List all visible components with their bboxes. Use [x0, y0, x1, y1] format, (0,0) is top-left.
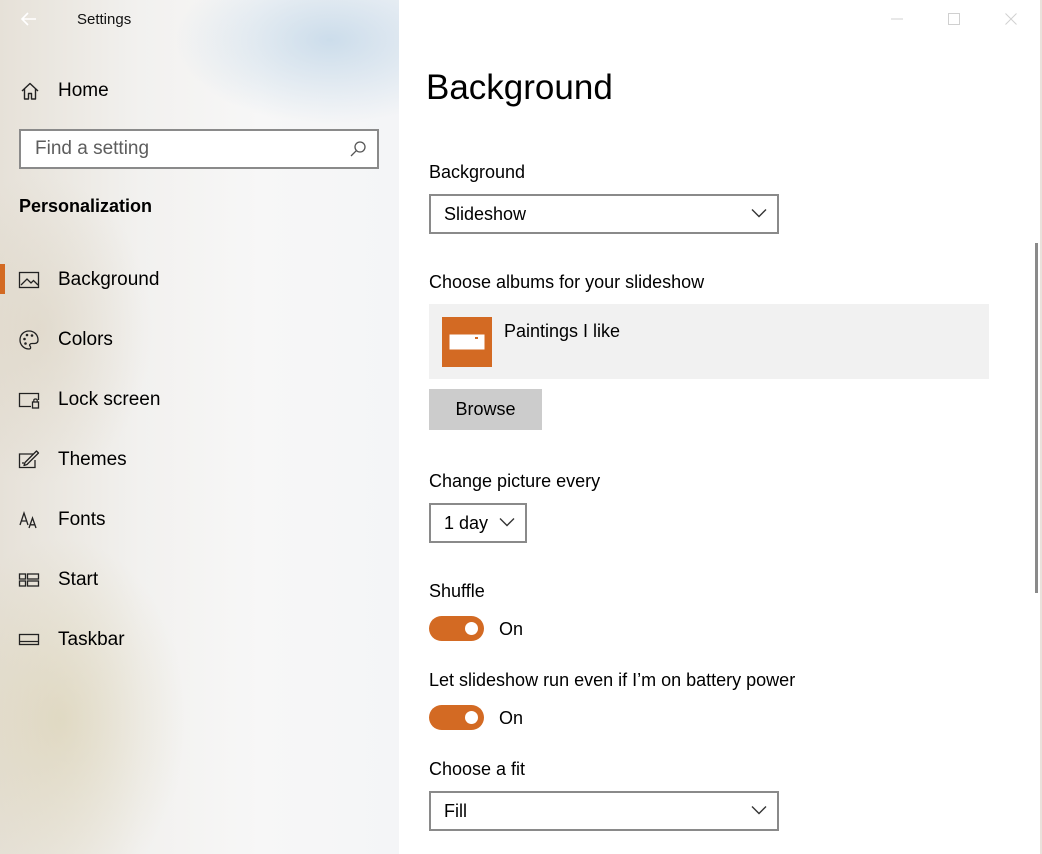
- albums-label: Choose albums for your slideshow: [429, 272, 705, 292]
- shuffle-toggle[interactable]: [429, 616, 484, 641]
- battery-toggle[interactable]: [429, 705, 484, 730]
- search-input[interactable]: [21, 131, 341, 167]
- sidebar-item-home[interactable]: Home: [0, 70, 399, 112]
- battery-state: On: [499, 708, 524, 728]
- sidebar-item-taskbar[interactable]: Taskbar: [0, 610, 399, 670]
- album-icon: [449, 334, 485, 350]
- app-title: Settings: [77, 11, 132, 28]
- sidebar-item-label: Home: [58, 80, 109, 101]
- album-item[interactable]: Paintings I like: [429, 304, 989, 379]
- background-dropdown[interactable]: Slideshow: [429, 194, 779, 234]
- main-content: Background Background Slideshow Choose a…: [399, 0, 1042, 854]
- dropdown-value: 1 day: [444, 513, 489, 533]
- close-icon[interactable]: [999, 8, 1023, 30]
- scrollbar-thumb[interactable]: [1035, 243, 1038, 593]
- themes-icon: [18, 450, 40, 469]
- sidebar: Settings Home Personalization Back: [0, 0, 399, 854]
- browse-button[interactable]: Browse: [429, 389, 542, 430]
- dropdown-value: Fill: [444, 801, 467, 821]
- sidebar-item-start[interactable]: Start: [0, 550, 399, 610]
- sidebar-item-label: Lock screen: [58, 389, 161, 410]
- sidebar-item-label: Colors: [58, 329, 113, 350]
- chevron-down-icon: [751, 209, 767, 218]
- sidebar-item-label: Themes: [58, 449, 127, 470]
- sidebar-item-themes[interactable]: Themes: [0, 430, 399, 490]
- background-label: Background: [429, 162, 526, 182]
- search-icon[interactable]: [349, 140, 367, 158]
- change-picture-label: Change picture every: [429, 471, 601, 491]
- sidebar-item-fonts[interactable]: Fonts: [0, 490, 399, 550]
- sidebar-item-colors[interactable]: Colors: [0, 310, 399, 370]
- settings-window: Settings Home Personalization Back: [0, 0, 1042, 854]
- sidebar-item-label: Taskbar: [58, 629, 125, 650]
- sidebar-item-background[interactable]: Background: [0, 250, 399, 310]
- minimize-icon[interactable]: [885, 8, 909, 30]
- chevron-down-icon: [499, 518, 515, 527]
- section-heading: Personalization: [19, 196, 153, 216]
- start-icon: [18, 573, 40, 587]
- selection-indicator: [0, 264, 5, 294]
- toggle-knob: [465, 711, 478, 724]
- toggle-knob: [465, 622, 478, 635]
- taskbar-icon: [18, 633, 40, 646]
- back-button[interactable]: [16, 6, 42, 32]
- back-arrow-icon: [20, 12, 36, 26]
- battery-label: Let slideshow run even if I’m on battery…: [429, 670, 796, 690]
- sidebar-item-label: Background: [58, 269, 160, 290]
- nav-list: Background Colors Lock screen Themes Fon…: [0, 250, 399, 670]
- fit-dropdown[interactable]: Fill: [429, 791, 779, 831]
- sidebar-item-lock-screen[interactable]: Lock screen: [0, 370, 399, 430]
- page-title: Background: [426, 68, 613, 107]
- album-thumbnail: [442, 317, 492, 367]
- picture-icon: [18, 271, 40, 289]
- palette-icon: [19, 330, 39, 350]
- sidebar-item-label: Fonts: [58, 509, 106, 530]
- shuffle-state: On: [499, 619, 524, 639]
- shuffle-label: Shuffle: [429, 581, 485, 601]
- fonts-icon: [19, 510, 37, 529]
- sidebar-item-label: Start: [58, 569, 99, 590]
- album-name: Paintings I like: [504, 321, 621, 341]
- change-picture-dropdown[interactable]: 1 day: [429, 503, 527, 543]
- home-icon: [21, 82, 39, 100]
- maximize-icon[interactable]: [942, 8, 966, 30]
- chevron-down-icon: [751, 806, 767, 815]
- dropdown-value: Slideshow: [444, 204, 527, 224]
- lock-screen-icon: [18, 392, 40, 409]
- fit-label: Choose a fit: [429, 759, 526, 779]
- search-box[interactable]: [19, 129, 379, 169]
